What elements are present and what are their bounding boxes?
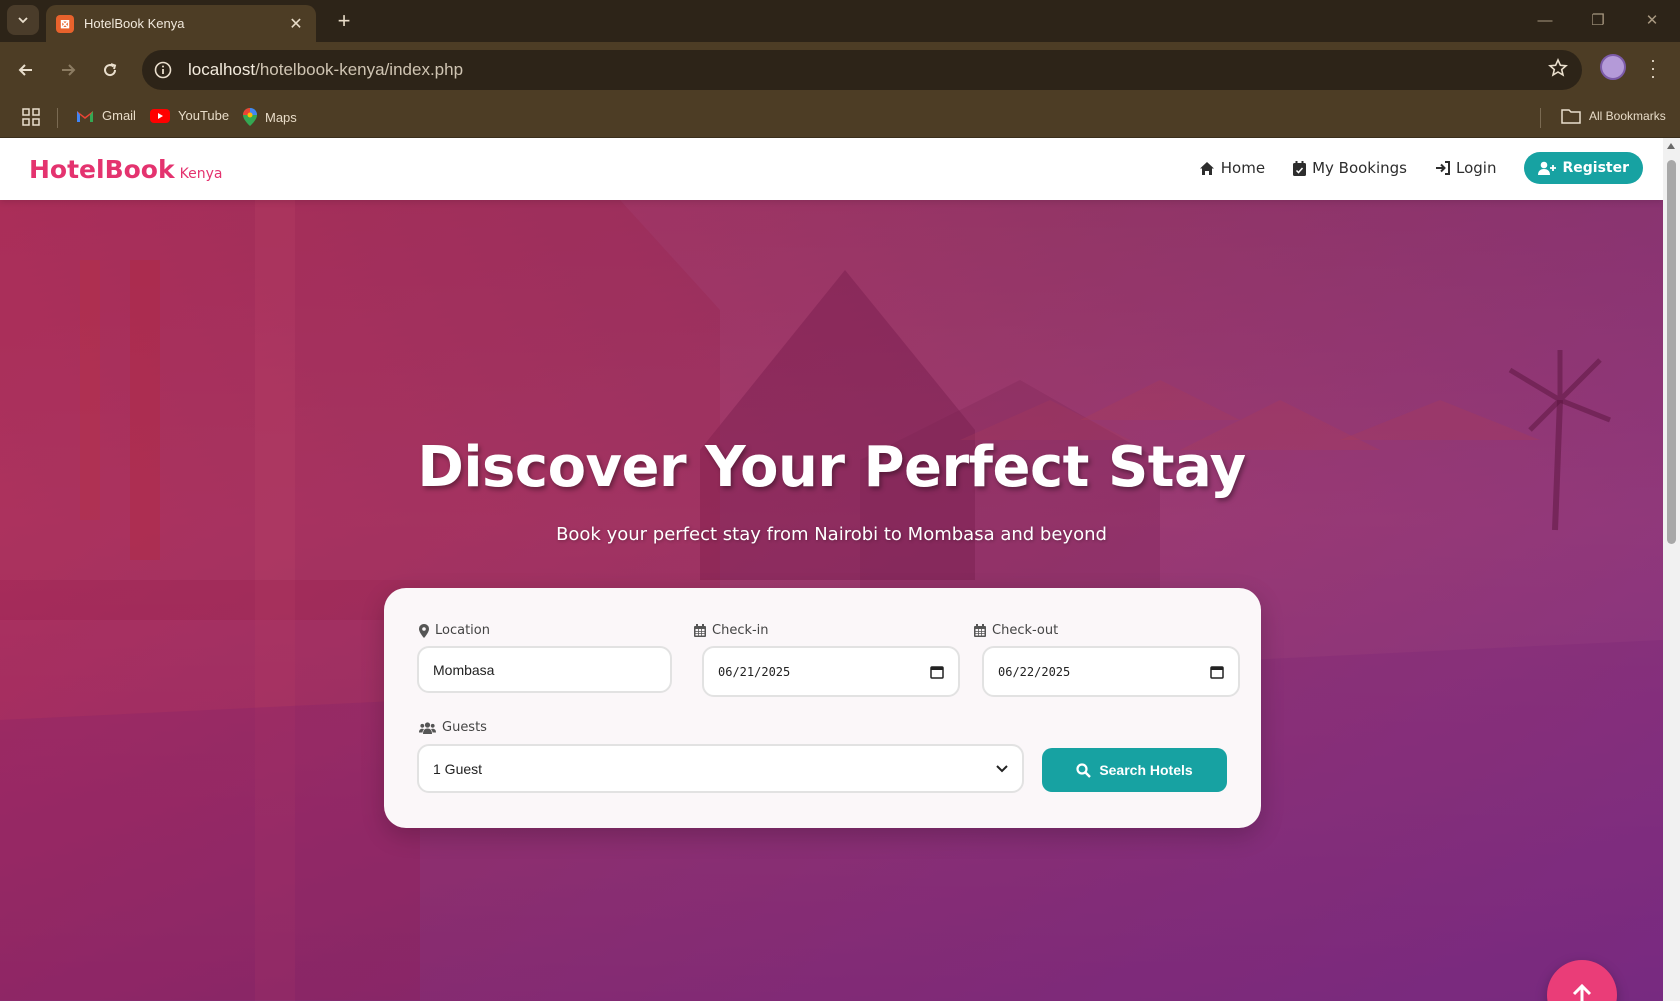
register-label: Register	[1562, 160, 1629, 176]
location-label-text: Location	[435, 623, 490, 638]
xampp-favicon-icon: ⊠	[56, 14, 74, 33]
page-scrollbar[interactable]	[1663, 138, 1680, 1001]
register-button[interactable]: Register	[1524, 152, 1643, 184]
browser-toolbar: localhost/hotelbook-kenya/index.php · · ·	[0, 42, 1680, 98]
maps-icon	[243, 108, 257, 126]
brand-name: HotelBook	[29, 155, 175, 184]
search-button-label: Search Hotels	[1099, 762, 1193, 778]
site-logo[interactable]: HotelBook Kenya	[29, 155, 222, 184]
scroll-up-arrow-icon[interactable]	[1667, 143, 1675, 149]
location-input[interactable]: Mombasa	[417, 646, 672, 693]
bookmark-gmail[interactable]: Gmail	[76, 108, 136, 123]
location-value: Mombasa	[433, 661, 495, 678]
close-window-button[interactable]: ✕	[1632, 8, 1672, 32]
calendar-check-icon	[1293, 160, 1307, 176]
new-tab-button[interactable]: +	[330, 7, 358, 35]
hero-title: Discover Your Perfect Stay	[417, 435, 1246, 500]
guests-label-text: Guests	[442, 720, 487, 735]
calendar-picker-icon[interactable]	[1210, 665, 1224, 679]
restore-button[interactable]: ❐	[1578, 8, 1618, 32]
search-icon	[1076, 762, 1092, 778]
tab-title: HotelBook Kenya	[84, 16, 185, 31]
nav-login-link[interactable]: Login	[1435, 159, 1496, 177]
all-bookmarks-button[interactable]: All Bookmarks	[1561, 108, 1666, 124]
bookmark-label: Gmail	[102, 108, 136, 123]
scrollbar-thumb[interactable]	[1667, 160, 1676, 544]
nav-links: Home My Bookings Login Register	[1171, 152, 1643, 184]
hero-section: Discover Your Perfect Stay Book your per…	[0, 200, 1663, 1001]
calendar-icon	[694, 624, 706, 637]
calendar-picker-icon[interactable]	[930, 665, 944, 679]
site-navbar: HotelBook Kenya Home My Bookings Login Re…	[0, 138, 1663, 200]
guests-label: Guests	[419, 720, 487, 735]
bookmark-label: YouTube	[178, 108, 230, 123]
youtube-icon	[150, 108, 170, 123]
browser-menu-icon[interactable]: · · ·	[1645, 51, 1661, 85]
back-button[interactable]	[12, 56, 40, 84]
folder-icon	[1561, 108, 1581, 124]
arrow-right-icon	[62, 64, 76, 76]
checkin-date-input[interactable]: 06/21/2025	[702, 646, 960, 697]
bookmark-star-icon[interactable]	[1548, 57, 1568, 83]
search-hotels-button[interactable]: Search Hotels	[1042, 748, 1227, 792]
forward-button[interactable]	[54, 56, 82, 84]
nav-home-label: Home	[1220, 159, 1266, 177]
users-icon	[419, 721, 436, 734]
bookmark-label: Maps	[265, 109, 297, 125]
bookmarks-divider	[1540, 108, 1541, 128]
checkout-value: 06/22/2025	[998, 664, 1071, 679]
site-info-icon[interactable]	[150, 57, 176, 83]
bookmarks-bar: Gmail YouTube Maps All Bookmarks	[0, 98, 1680, 138]
url-text: localhost/hotelbook-kenya/index.php	[188, 60, 464, 79]
sign-in-icon	[1436, 161, 1450, 175]
calendar-icon	[974, 624, 986, 637]
checkin-label: Check-in	[694, 623, 769, 638]
bookmark-maps[interactable]: Maps	[243, 108, 297, 126]
guests-select[interactable]: 1 Guest	[417, 744, 1024, 793]
checkout-label-text: Check-out	[992, 623, 1059, 638]
address-bar[interactable]: localhost/hotelbook-kenya/index.php	[142, 50, 1582, 90]
browser-tab[interactable]: ⊠ HotelBook Kenya ✕	[46, 5, 316, 42]
gmail-icon	[76, 109, 94, 123]
minimize-button[interactable]: —	[1525, 8, 1565, 32]
user-plus-icon	[1538, 161, 1557, 175]
home-icon	[1199, 161, 1214, 175]
arrow-up-icon	[1572, 983, 1592, 1001]
page-viewport: HotelBook Kenya Home My Bookings Login Re…	[0, 138, 1663, 1001]
bookmark-youtube[interactable]: YouTube	[150, 108, 229, 123]
checkout-date-input[interactable]: 06/22/2025	[982, 646, 1240, 697]
bookmarks-divider	[57, 108, 58, 128]
reload-button[interactable]	[96, 56, 124, 84]
nav-bookings-link[interactable]: My Bookings	[1293, 159, 1407, 177]
chevron-down-icon	[996, 764, 1008, 772]
apps-grid-icon[interactable]	[22, 108, 40, 126]
checkout-label: Check-out	[974, 623, 1058, 638]
location-label: Location	[419, 623, 490, 638]
search-form: Location Mombasa Check-in 06/21/2025 Che…	[384, 588, 1261, 828]
tab-search-button[interactable]	[7, 5, 39, 35]
profile-avatar[interactable]	[1600, 54, 1626, 80]
arrow-left-icon	[18, 64, 32, 76]
nav-bookings-label: My Bookings	[1312, 159, 1407, 177]
nav-home-link[interactable]: Home	[1199, 159, 1265, 177]
tab-close-icon[interactable]: ✕	[286, 14, 306, 34]
reload-icon	[104, 63, 117, 77]
checkin-label-text: Check-in	[712, 623, 769, 638]
nav-login-label: Login	[1456, 159, 1497, 177]
guests-value: 1 Guest	[433, 760, 483, 777]
all-bookmarks-label: All Bookmarks	[1589, 109, 1666, 123]
browser-tabstrip: ⊠ HotelBook Kenya ✕ + — ❐ ✕	[0, 0, 1680, 42]
chevron-down-icon	[18, 17, 28, 24]
checkin-value: 06/21/2025	[718, 664, 791, 679]
map-marker-icon	[419, 623, 429, 638]
brand-subtitle: Kenya	[179, 166, 223, 182]
hero-subtitle: Book your perfect stay from Nairobi to M…	[556, 524, 1107, 545]
